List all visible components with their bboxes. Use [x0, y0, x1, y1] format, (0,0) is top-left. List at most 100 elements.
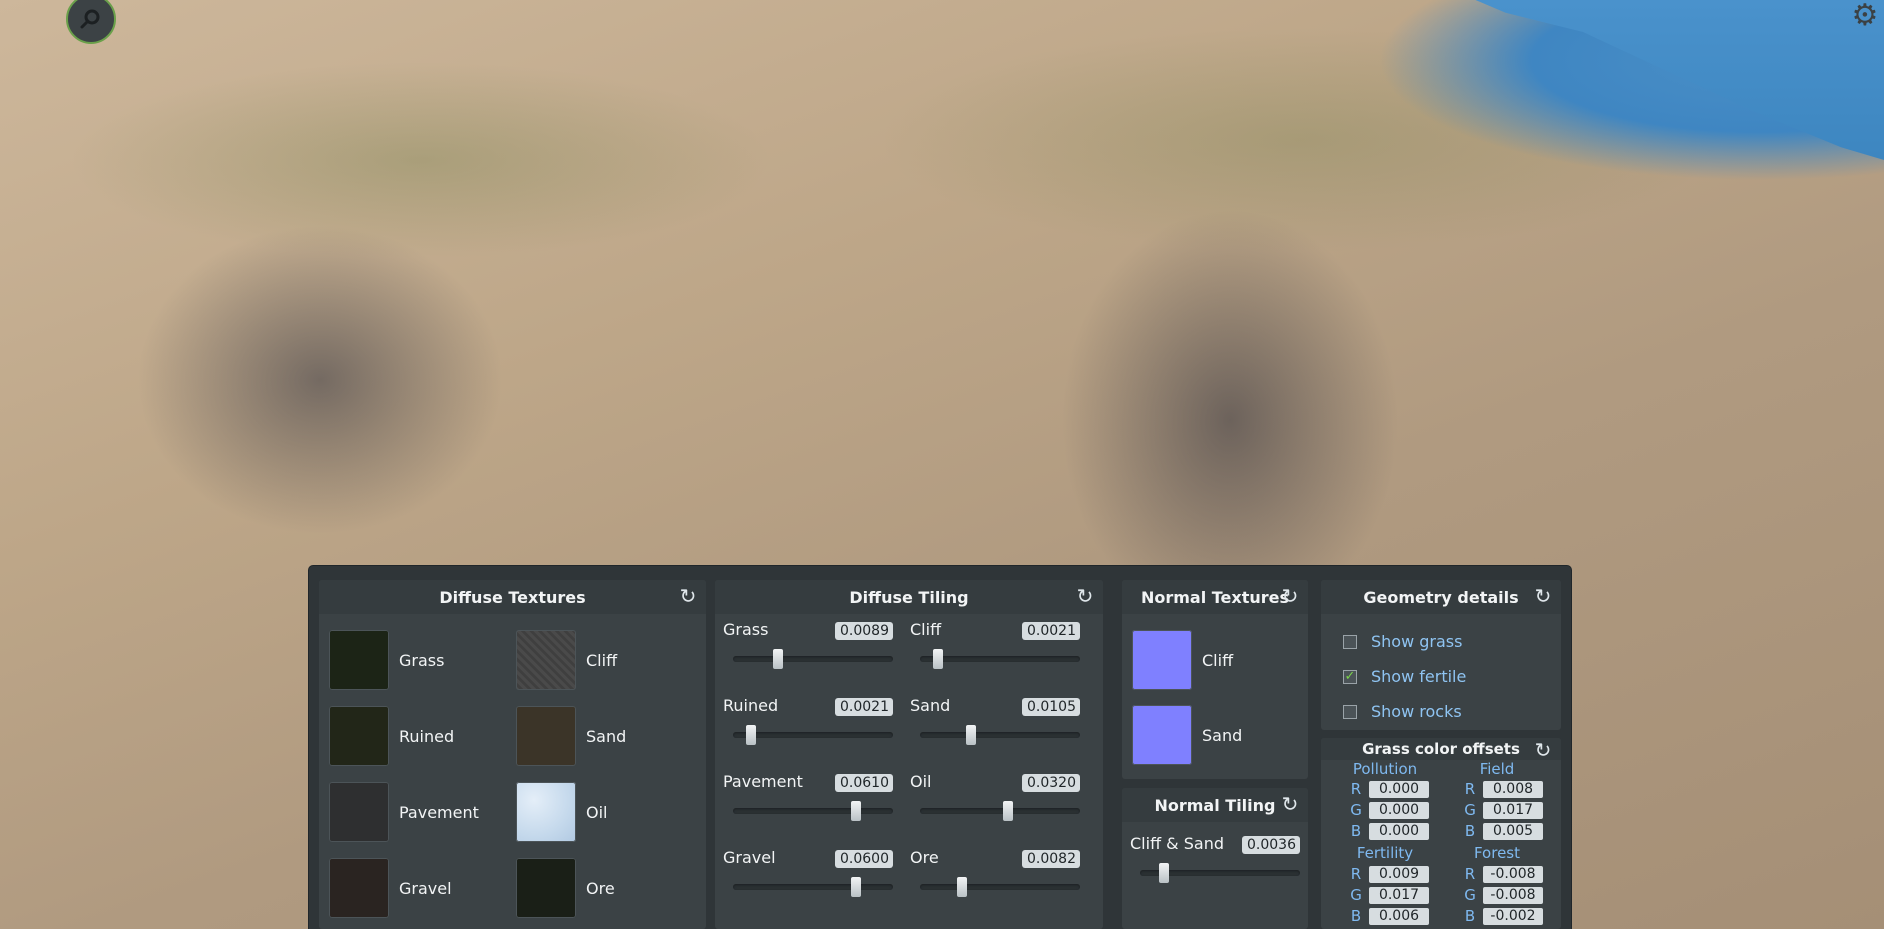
- slider-thumb[interactable]: [851, 877, 862, 897]
- magnifier-button[interactable]: [66, 0, 116, 44]
- texture-label: Sand: [1202, 725, 1243, 745]
- tiling-ore: Ore 0.0082: [910, 848, 1080, 908]
- texture-label: Cliff: [1202, 650, 1234, 670]
- slider-thumb[interactable]: [851, 801, 862, 821]
- offset-row: G -0.008: [1461, 886, 1543, 904]
- texture-sand[interactable]: Sand: [516, 706, 626, 766]
- settings-button[interactable]: ⚙: [1846, 0, 1884, 33]
- diffuse-tiling-section: Diffuse Tiling ↻ Grass 0.0089 Cliff 0.00…: [715, 580, 1103, 929]
- tiling-label: Sand: [910, 696, 951, 715]
- slider-thumb[interactable]: [966, 725, 977, 745]
- tiling-slider[interactable]: [920, 801, 1080, 821]
- offset-row: R 0.009: [1347, 865, 1429, 883]
- tiling-value-field[interactable]: 0.0610: [835, 774, 893, 792]
- geometry-details-section: Geometry details ↻ Show grass ✓ Show fer…: [1321, 580, 1561, 730]
- reset-grass-offsets-button[interactable]: ↻: [1531, 738, 1555, 762]
- slider-thumb[interactable]: [932, 649, 943, 669]
- texture-ore[interactable]: Ore: [516, 858, 615, 918]
- texture-grass[interactable]: Grass: [329, 630, 444, 690]
- checkbox[interactable]: [1343, 634, 1357, 649]
- offset-value-field[interactable]: -0.008: [1483, 886, 1543, 904]
- channel-label: B: [1350, 907, 1362, 925]
- reset-geometry-details-button[interactable]: ↻: [1531, 584, 1555, 608]
- offset-value-field[interactable]: 0.006: [1369, 907, 1429, 925]
- reset-normal-tiling-button[interactable]: ↻: [1278, 792, 1302, 816]
- tiling-value-field[interactable]: 0.0089: [835, 622, 893, 640]
- group-title: Forest: [1473, 844, 1521, 862]
- channel-label: G: [1350, 886, 1362, 904]
- checkbox-label[interactable]: Show fertile: [1371, 667, 1466, 686]
- tiling-value-field[interactable]: 0.0320: [1022, 774, 1080, 792]
- texture-ruined[interactable]: Ruined: [329, 706, 454, 766]
- tiling-pavement: Pavement 0.0610: [723, 772, 893, 832]
- offset-value-field[interactable]: -0.008: [1483, 865, 1543, 883]
- tiling-slider[interactable]: [920, 649, 1080, 669]
- texture-pavement[interactable]: Pavement: [329, 782, 479, 842]
- channel-label: R: [1350, 780, 1362, 798]
- reset-icon: ↻: [1534, 584, 1552, 608]
- tiling-slider[interactable]: [920, 725, 1080, 745]
- offset-value-field[interactable]: -0.002: [1483, 907, 1543, 925]
- tiling-slider[interactable]: [920, 877, 1080, 897]
- texture-gravel[interactable]: Gravel: [329, 858, 452, 918]
- show-fertile-toggle[interactable]: ✓ Show fertile: [1343, 667, 1466, 686]
- offset-row: B 0.005: [1461, 822, 1543, 840]
- channel-label: R: [1464, 865, 1476, 883]
- tiling-value-field[interactable]: 0.0600: [835, 850, 893, 868]
- tiling-oil: Oil 0.0320: [910, 772, 1080, 832]
- reset-icon: ↻: [1076, 584, 1094, 608]
- tiling-slider[interactable]: [1140, 863, 1300, 883]
- section-title: Grass color offsets: [1321, 738, 1561, 760]
- reset-diffuse-textures-button[interactable]: ↻: [676, 584, 700, 608]
- checkbox-label[interactable]: Show rocks: [1371, 702, 1462, 721]
- offset-value-field[interactable]: 0.005: [1483, 822, 1543, 840]
- normal-texture-cliff[interactable]: Cliff: [1132, 630, 1233, 690]
- normal-texture-sand[interactable]: Sand: [1132, 705, 1242, 765]
- slider-thumb[interactable]: [1003, 801, 1013, 821]
- tiling-value-field[interactable]: 0.0021: [1022, 622, 1080, 640]
- offset-value-field[interactable]: 0.017: [1483, 801, 1543, 819]
- slider-thumb[interactable]: [772, 649, 783, 669]
- slider-thumb[interactable]: [956, 877, 967, 897]
- offset-row: G 0.017: [1347, 886, 1429, 904]
- offset-value-field[interactable]: 0.000: [1369, 801, 1429, 819]
- checkbox[interactable]: ✓: [1343, 669, 1357, 684]
- texture-swatch: [516, 858, 576, 918]
- terrain-settings-panel: Diffuse Textures ↻ Grass Cliff Ruined Sa…: [309, 566, 1571, 929]
- offset-value-field[interactable]: 0.009: [1369, 865, 1429, 883]
- tiling-value-field[interactable]: 0.0036: [1242, 836, 1300, 854]
- offset-value-field[interactable]: 0.008: [1483, 780, 1543, 798]
- tiling-slider[interactable]: [733, 649, 893, 669]
- offset-value-field[interactable]: 0.017: [1369, 886, 1429, 904]
- texture-label: Grass: [399, 650, 445, 670]
- reset-normal-textures-button[interactable]: ↻: [1278, 584, 1302, 608]
- texture-swatch: [516, 630, 576, 690]
- tiling-slider[interactable]: [733, 877, 893, 897]
- slider-thumb[interactable]: [745, 725, 756, 745]
- show-grass-toggle[interactable]: Show grass: [1343, 632, 1462, 651]
- tiling-label: Gravel: [723, 848, 776, 867]
- tiling-value-field[interactable]: 0.0021: [835, 698, 893, 716]
- tiling-label: Oil: [910, 772, 932, 791]
- tiling-gravel: Gravel 0.0600: [723, 848, 893, 908]
- slider-thumb[interactable]: [1159, 863, 1169, 883]
- tiling-label: Cliff: [910, 620, 942, 639]
- tiling-value-field[interactable]: 0.0082: [1022, 850, 1080, 868]
- tiling-value-field[interactable]: 0.0105: [1022, 698, 1080, 716]
- checkbox[interactable]: [1343, 704, 1357, 719]
- show-rocks-toggle[interactable]: Show rocks: [1343, 702, 1462, 721]
- texture-cliff[interactable]: Cliff: [516, 630, 617, 690]
- gear-icon: ⚙: [1851, 0, 1879, 33]
- offset-row: G 0.017: [1461, 801, 1543, 819]
- checkbox-label[interactable]: Show grass: [1371, 632, 1462, 651]
- offset-row: B 0.006: [1347, 907, 1429, 925]
- reset-diffuse-tiling-button[interactable]: ↻: [1073, 584, 1097, 608]
- tiling-label: Grass: [723, 620, 769, 639]
- tiling-slider[interactable]: [733, 725, 893, 745]
- texture-label: Oil: [586, 802, 608, 822]
- texture-label: Ruined: [399, 726, 455, 746]
- tiling-slider[interactable]: [733, 801, 893, 821]
- offset-value-field[interactable]: 0.000: [1369, 822, 1429, 840]
- texture-oil[interactable]: Oil: [516, 782, 607, 842]
- offset-value-field[interactable]: 0.000: [1369, 780, 1429, 798]
